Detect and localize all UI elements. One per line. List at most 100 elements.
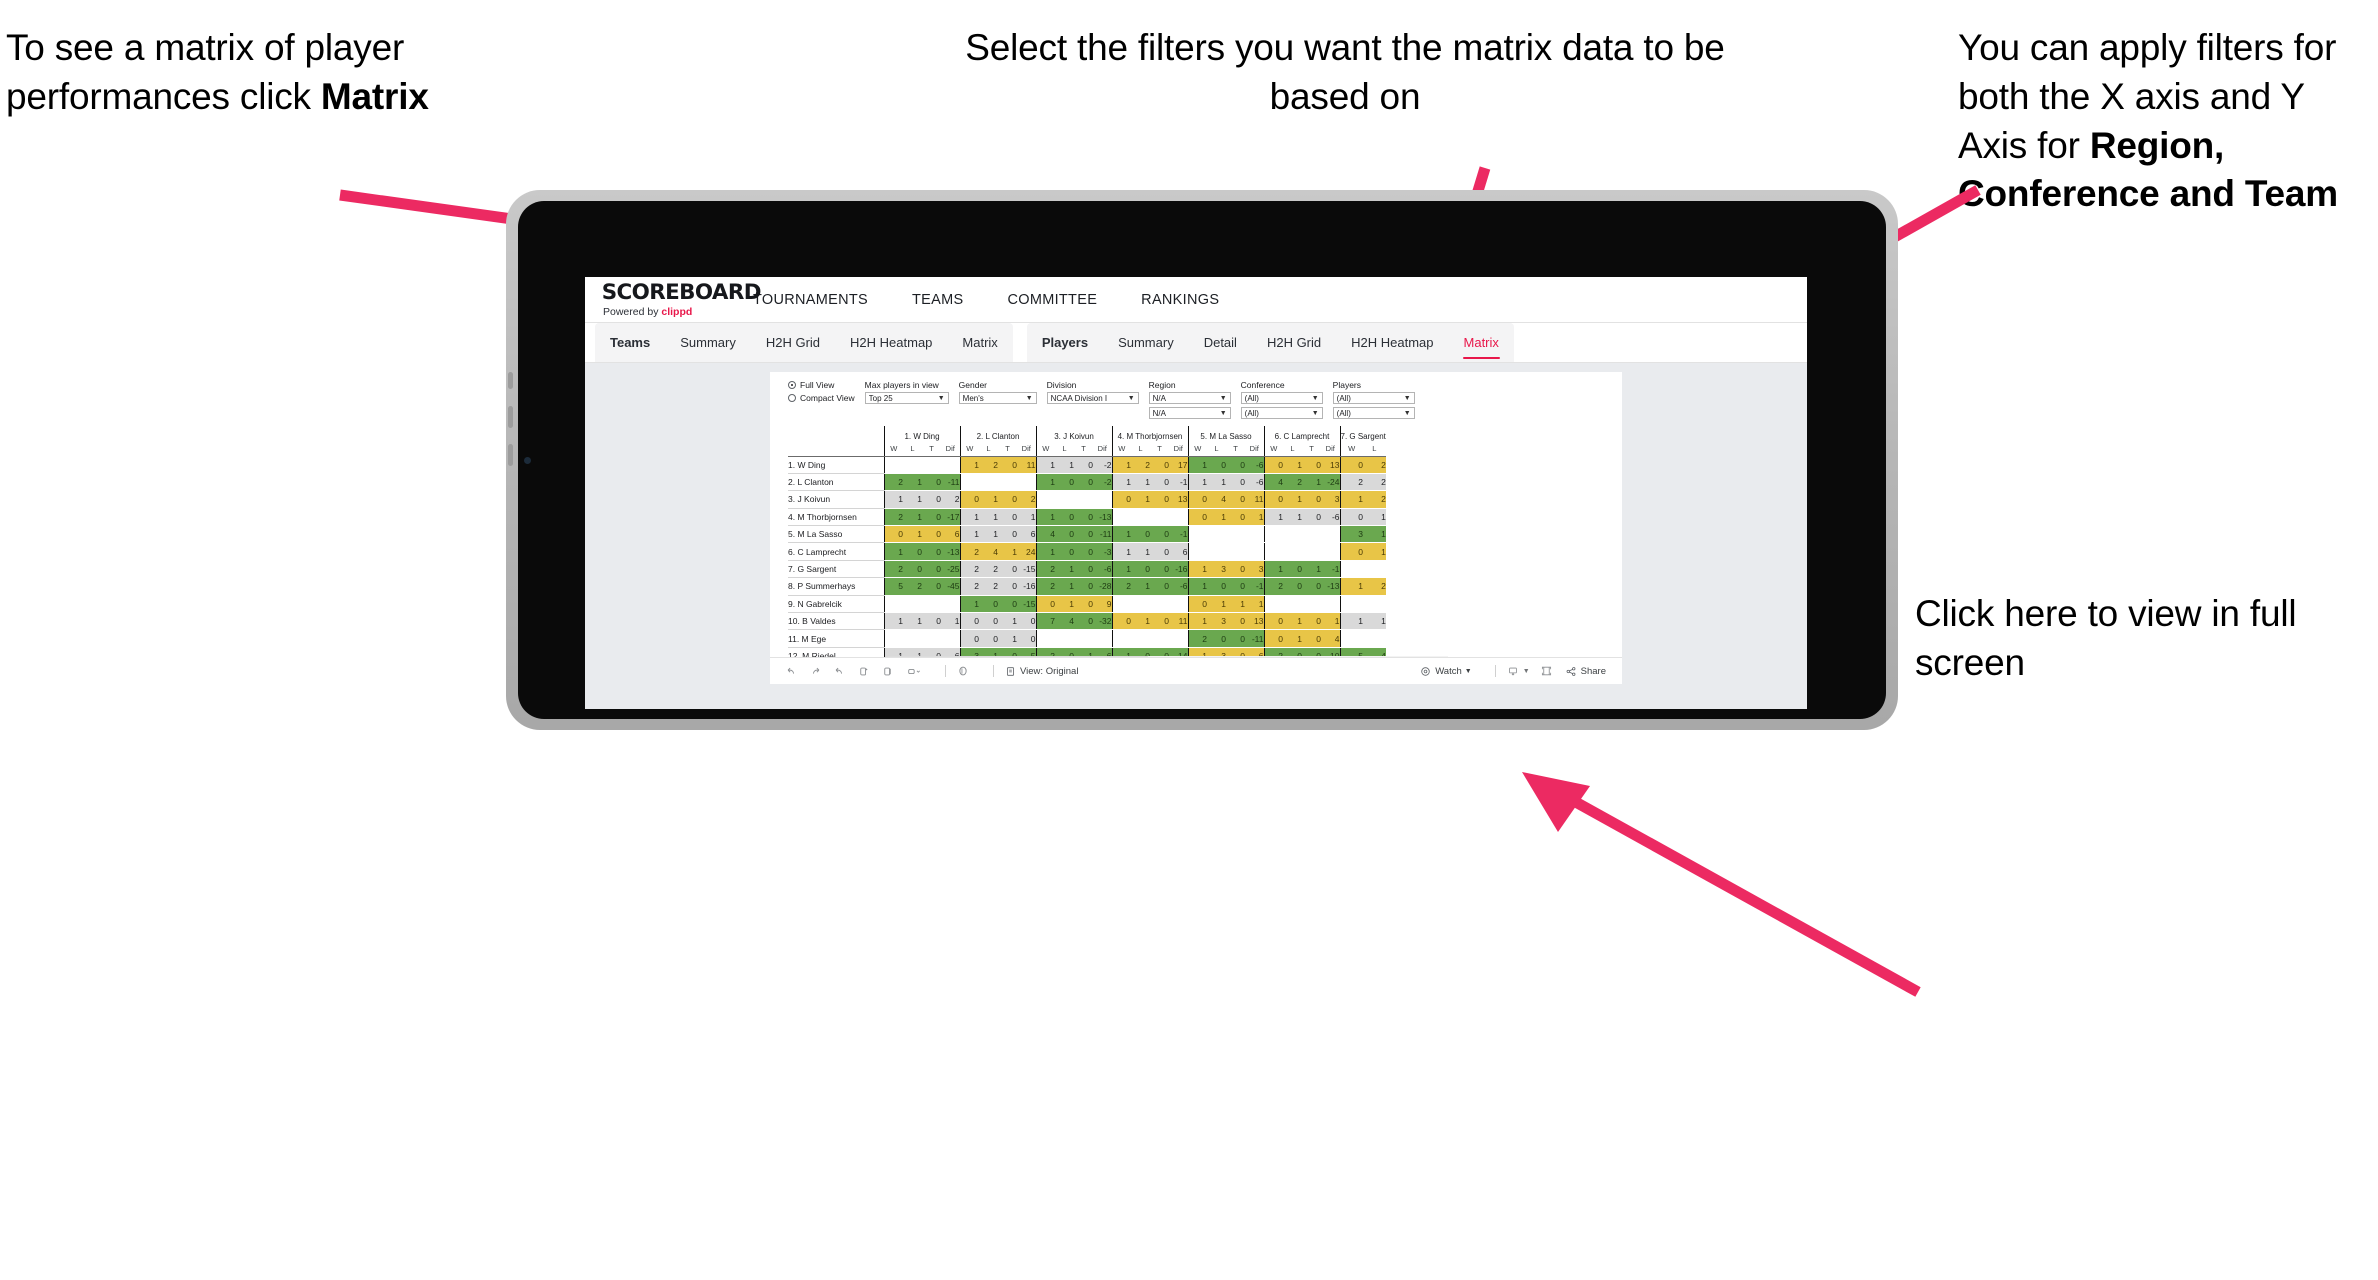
matrix-cell[interactable] — [941, 629, 960, 648]
pan-icon[interactable] — [906, 666, 921, 677]
matrix-cell[interactable]: 2 — [903, 577, 922, 596]
matrix-cell[interactable]: 1 — [1263, 508, 1283, 527]
matrix-cell[interactable]: 0 — [1017, 612, 1036, 631]
matrix-cell[interactable]: 1 — [1302, 473, 1321, 492]
matrix-cell[interactable]: 17 — [1169, 456, 1188, 474]
matrix-cell[interactable] — [998, 473, 1017, 492]
select-region-y[interactable]: N/A ▼ — [1148, 407, 1231, 419]
matrix-cell[interactable]: 1 — [1362, 542, 1386, 561]
matrix-cell[interactable] — [1055, 490, 1074, 509]
matrix-cell[interactable]: -24 — [1321, 473, 1340, 492]
watch-button[interactable]: Watch ▼ — [1420, 666, 1472, 677]
matrix-cell[interactable]: 0 — [1339, 542, 1363, 561]
matrix-row[interactable]: 3. J Koivun 1 1 0 2 0 1 0 2 0 1 0 13 0 4 0 11 0 1 0 3 1 2 — [788, 490, 1386, 509]
matrix-cell[interactable]: 3 — [1339, 525, 1363, 544]
matrix-cell[interactable]: 1 — [1111, 473, 1131, 492]
matrix-cell[interactable] — [1207, 525, 1226, 544]
matrix-cell[interactable]: -13 — [1321, 577, 1340, 596]
matrix-cell[interactable]: -32 — [1093, 612, 1112, 631]
matrix-cell[interactable]: 0 — [1283, 560, 1302, 579]
matrix-cell[interactable]: 1 — [1017, 508, 1036, 527]
matrix-cell[interactable]: -28 — [1093, 577, 1112, 596]
matrix-cell[interactable]: 0 — [1207, 456, 1226, 474]
matrix-cell[interactable]: 0 — [1150, 490, 1169, 509]
matrix-cell[interactable]: 0 — [1074, 595, 1093, 614]
matrix-cell[interactable]: 0 — [1226, 560, 1245, 579]
matrix-cell[interactable]: 1 — [1207, 473, 1226, 492]
matrix-cell[interactable] — [1302, 595, 1321, 614]
tab-teams-matrix[interactable]: Matrix — [947, 323, 1012, 363]
matrix-cell[interactable]: 0 — [1187, 595, 1207, 614]
matrix-cell[interactable]: 1 — [1339, 612, 1363, 631]
matrix-cell[interactable] — [1111, 629, 1131, 648]
matrix-cell[interactable] — [903, 456, 922, 474]
matrix-cell[interactable]: 0 — [998, 595, 1017, 614]
matrix-cell[interactable]: 0 — [922, 525, 941, 544]
matrix-cell[interactable] — [922, 595, 941, 614]
matrix-cell[interactable] — [883, 456, 903, 474]
matrix-cell[interactable]: 1 — [959, 595, 979, 614]
matrix-row[interactable]: 10. B Valdes 1 1 0 1 0 0 1 0 7 4 0 -32 0 1 0 11 1 3 0 13 0 1 0 1… — [788, 612, 1386, 631]
matrix-cell[interactable]: 1 — [903, 490, 922, 509]
matrix-cell[interactable]: -6 — [1245, 456, 1264, 474]
matrix-cell[interactable] — [1187, 525, 1207, 544]
matrix-cell[interactable]: 3 — [1207, 560, 1226, 579]
select-max-players[interactable]: Top 25 ▼ — [864, 392, 949, 404]
matrix-cell[interactable]: 2 — [1362, 490, 1386, 509]
matrix-cell[interactable]: 1 — [959, 525, 979, 544]
matrix-cell[interactable] — [883, 629, 903, 648]
matrix-cell[interactable]: 0 — [1055, 508, 1074, 527]
matrix-cell[interactable]: 0 — [1226, 508, 1245, 527]
matrix-cell[interactable]: 0 — [1263, 456, 1283, 474]
matrix-cell[interactable]: 0 — [1187, 490, 1207, 509]
matrix-cell[interactable]: 1 — [1321, 612, 1340, 631]
tab-players-summary[interactable]: Summary — [1103, 323, 1189, 363]
matrix-cell[interactable]: 2 — [1111, 577, 1131, 596]
matrix-cell[interactable] — [1263, 595, 1283, 614]
matrix-cell[interactable]: 1 — [941, 612, 960, 631]
matrix-cell[interactable]: 0 — [1111, 612, 1131, 631]
matrix-cell[interactable] — [959, 473, 979, 492]
matrix-cell[interactable]: 0 — [1226, 612, 1245, 631]
nav-item-teams[interactable]: TEAMS — [890, 277, 985, 323]
matrix-cell[interactable] — [883, 595, 903, 614]
matrix-cell[interactable]: 1 — [1226, 595, 1245, 614]
matrix-cell[interactable]: 1 — [1055, 560, 1074, 579]
matrix-cell[interactable]: 0 — [979, 629, 998, 648]
matrix-cell[interactable]: 2 — [883, 508, 903, 527]
matrix-cell[interactable]: -45 — [941, 577, 960, 596]
matrix-cell[interactable]: 1 — [883, 490, 903, 509]
matrix-cell[interactable]: 1 — [1283, 456, 1302, 474]
matrix-cell[interactable] — [1362, 629, 1386, 648]
matrix-cell[interactable] — [1302, 542, 1321, 561]
matrix-cell[interactable]: 0 — [1339, 508, 1363, 527]
matrix-cell[interactable]: 1 — [1207, 595, 1226, 614]
matrix-row[interactable]: 7. G Sargent 2 0 0 -25 2 2 0 -15 2 1 0 -6 1 0 0 -16 1 3 0 3 1… — [788, 560, 1386, 579]
matrix-cell[interactable]: 1 — [1283, 508, 1302, 527]
matrix-cell[interactable]: -1 — [1245, 577, 1264, 596]
tab-teams-summary[interactable]: Summary — [665, 323, 751, 363]
matrix-cell[interactable]: 1 — [1187, 577, 1207, 596]
matrix-cell[interactable] — [1111, 595, 1131, 614]
matrix-cell[interactable]: 0 — [1055, 473, 1074, 492]
matrix-cell[interactable] — [1245, 525, 1264, 544]
matrix-cell[interactable]: 1 — [998, 612, 1017, 631]
matrix-cell[interactable]: 1 — [1339, 490, 1363, 509]
matrix-cell[interactable]: 0 — [959, 629, 979, 648]
matrix-cell[interactable]: -11 — [1093, 525, 1112, 544]
matrix-cell[interactable] — [1207, 542, 1226, 561]
matrix-cell[interactable]: 0 — [1226, 490, 1245, 509]
matrix-row[interactable]: 9. N Gabrelcik 1 0 0 -15 0 1 0 9 0 1 1 1 — [788, 595, 1386, 614]
matrix-cell[interactable]: 2 — [979, 456, 998, 474]
nav-item-rankings[interactable]: RANKINGS — [1119, 277, 1241, 323]
matrix-cell[interactable]: -11 — [1245, 629, 1264, 648]
matrix-cell[interactable] — [1321, 595, 1340, 614]
tab-players-matrix[interactable]: Matrix — [1449, 323, 1514, 363]
matrix-cell[interactable]: 1 — [1055, 577, 1074, 596]
matrix-cell[interactable]: 1 — [1362, 508, 1386, 527]
matrix-cell[interactable]: 0 — [1074, 612, 1093, 631]
matrix-cell[interactable]: 0 — [1226, 473, 1245, 492]
matrix-cell[interactable]: 1 — [1187, 473, 1207, 492]
matrix-cell[interactable] — [1169, 629, 1188, 648]
select-gender[interactable]: Men's ▼ — [958, 392, 1037, 404]
